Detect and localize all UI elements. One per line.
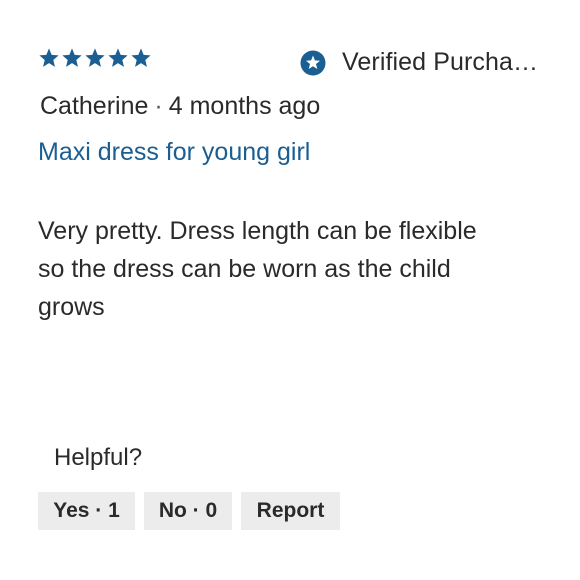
review-card: Verified Purcha… Catherine · 4 months ago … <box>0 0 580 580</box>
star-rating <box>38 47 152 69</box>
star-icon <box>108 48 128 67</box>
review-meta: Catherine · 4 months ago <box>40 92 320 121</box>
star-icon <box>131 48 151 67</box>
helpful-yes-button[interactable]: Yes · 1 <box>38 492 135 530</box>
review-title: Maxi dress for young girl <box>38 138 311 166</box>
verified-purchase-badge: Verified Purcha… <box>300 48 538 77</box>
report-button[interactable]: Report <box>241 492 340 530</box>
star-badge-icon <box>300 50 326 75</box>
author-name: Catherine <box>40 92 149 120</box>
review-body: Very pretty. Dress length can be flexibl… <box>38 217 477 321</box>
helpful-no-button[interactable]: No · 0 <box>144 492 232 530</box>
verified-purchase-label: Verified Purcha… <box>342 48 539 76</box>
star-icon <box>39 48 59 67</box>
feedback-actions: Yes · 1 No · 0 Report <box>38 492 340 530</box>
review-date: 4 months ago <box>168 92 321 120</box>
star-icon <box>62 48 82 67</box>
star-icon <box>85 48 105 67</box>
meta-separator: · <box>154 92 163 120</box>
helpful-prompt: Helpful? <box>54 444 143 471</box>
